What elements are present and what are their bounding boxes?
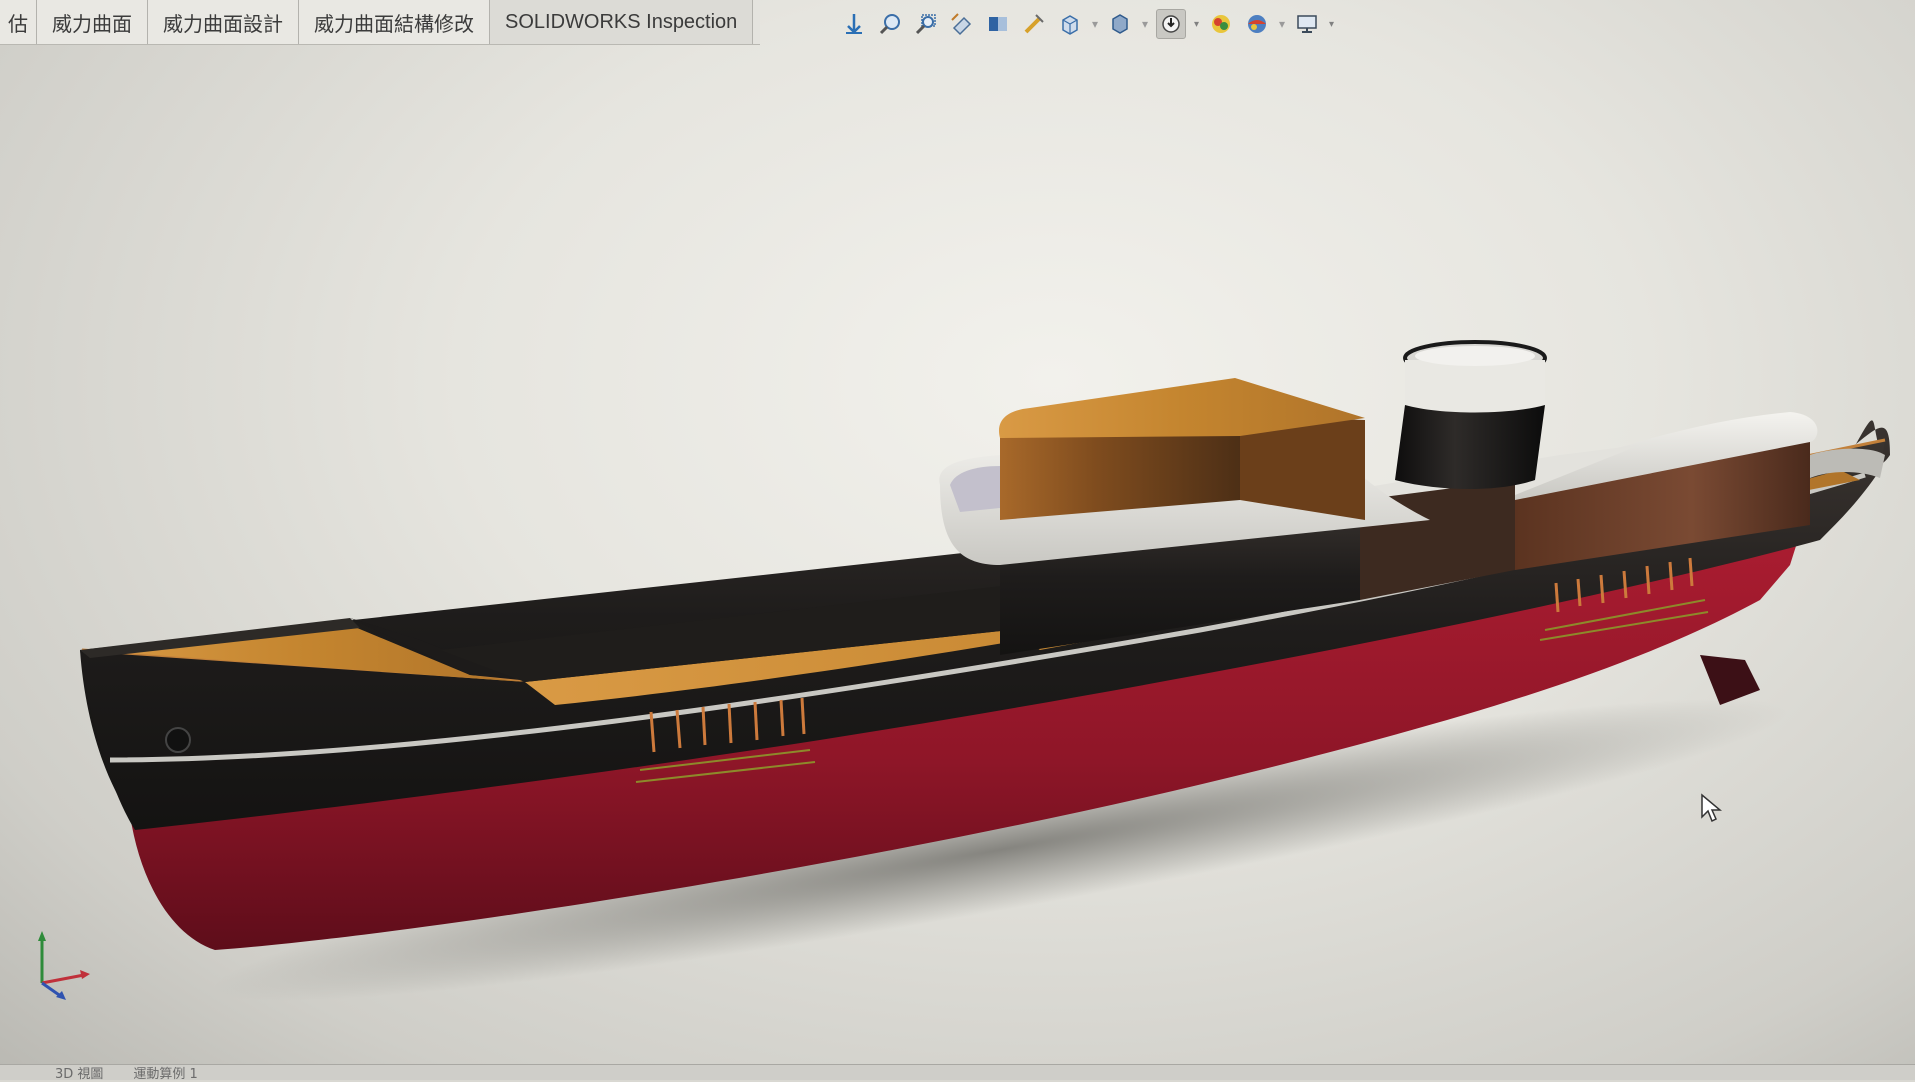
apply-scene-icon[interactable] (1243, 10, 1271, 38)
graphics-area[interactable]: 估 威力曲面 威力曲面設計 威力曲面結構修改 SOLIDWORKS Inspec… (0, 0, 1915, 1082)
tab-motion-study[interactable]: 運動算例 1 (133, 1063, 197, 1082)
dynamic-annotation-icon[interactable] (1020, 10, 1048, 38)
ship-model[interactable] (0, 0, 1915, 1080)
reference-triad (38, 931, 90, 1000)
hide-show-items-icon[interactable] (1156, 9, 1186, 39)
tab-power-surface[interactable]: 威力曲面 (37, 0, 148, 44)
hull-keel (1700, 655, 1760, 705)
toolbar-separator: ▾ (1092, 17, 1099, 31)
previous-view-icon[interactable] (948, 10, 976, 38)
edit-appearance-icon[interactable] (1207, 10, 1235, 38)
tab-power-surface-design[interactable]: 威力曲面設計 (148, 0, 299, 44)
toolbar-separator: ▾ (1279, 17, 1286, 31)
display-style-icon[interactable] (1106, 10, 1134, 38)
bottom-tabs: 3D 視圖 運動算例 1 (0, 1063, 1915, 1082)
toolbar-separator: ▾ (1142, 17, 1149, 31)
tab-estimate[interactable]: 估 (0, 0, 37, 44)
view-orientation-icon[interactable] (840, 10, 868, 38)
section-view-icon[interactable] (984, 10, 1012, 38)
tab-solidworks-inspection[interactable]: SOLIDWORKS Inspection (490, 0, 754, 44)
mouse-pointer-icon (1701, 793, 1722, 823)
funnel-black (1395, 405, 1545, 489)
zoom-to-fit-icon[interactable] (876, 10, 904, 38)
dropdown-arrow-icon[interactable]: ▾ (1329, 19, 1334, 30)
view-settings-icon[interactable] (1293, 10, 1321, 38)
zoom-to-area-icon[interactable] (912, 10, 940, 38)
view-orientation-dropdown-icon[interactable] (1056, 10, 1084, 38)
tab-3d-view[interactable]: 3D 視圖 (55, 1063, 103, 1082)
funnel-opening (1415, 346, 1535, 366)
tab-power-surface-structure-edit[interactable]: 威力曲面結構修改 (299, 0, 490, 44)
command-manager-tabs: 估 威力曲面 威力曲面設計 威力曲面結構修改 SOLIDWORKS Inspec… (0, 0, 760, 45)
heads-up-view-toolbar: ▾ ▾ ▾ ▾ ▾ (840, 4, 1334, 44)
hawse-hole (165, 727, 191, 753)
dropdown-arrow-icon[interactable]: ▾ (1194, 19, 1199, 30)
funnel-white-band (1405, 360, 1545, 413)
